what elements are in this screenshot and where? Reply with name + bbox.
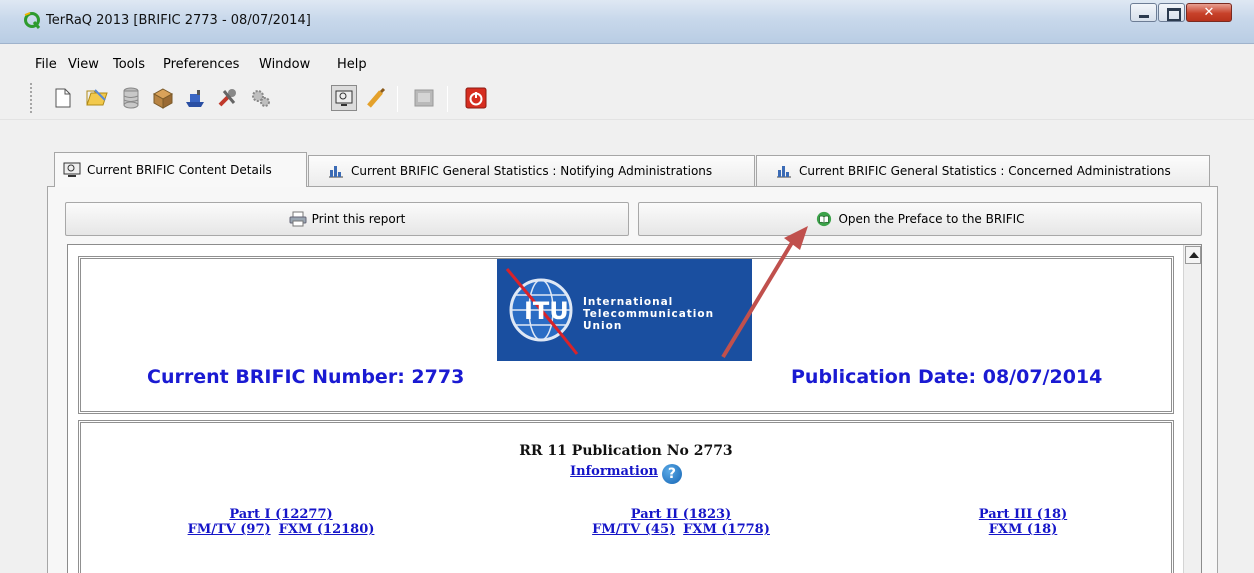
menu-bar: File View Tools Preferences Window Help [0, 44, 1254, 78]
tab-label: Current BRIFIC Content Details [87, 163, 272, 177]
part-1-fxm-link[interactable]: FXM (12180) [279, 522, 375, 537]
tools-icon[interactable] [215, 85, 241, 111]
tab-notifying-administrations[interactable]: Current BRIFIC General Statistics : Noti… [308, 155, 755, 186]
open-folder-icon[interactable] [84, 85, 110, 111]
maximize-button[interactable] [1158, 3, 1185, 22]
brific-header-box: ITU International Telecommunication Unio… [78, 256, 1174, 414]
brush-icon[interactable] [363, 85, 389, 111]
menu-help[interactable]: Help [337, 57, 367, 72]
image-icon[interactable] [411, 85, 437, 111]
toolbar [0, 78, 1254, 120]
toolbar-grip[interactable] [29, 82, 33, 114]
information-link[interactable]: Information [570, 464, 658, 479]
close-button[interactable]: ✕ [1186, 3, 1232, 22]
menu-preferences[interactable]: Preferences [163, 57, 239, 72]
menu-tools[interactable]: Tools [113, 57, 145, 72]
publication-box: RR 11 Publication No 2773 Information? P… [78, 420, 1174, 573]
monitor-icon[interactable] [331, 85, 357, 111]
part-3-column: Part III (18) FXM (18) [973, 507, 1073, 537]
help-icon[interactable]: ? [661, 464, 682, 484]
gears-icon[interactable] [248, 85, 274, 111]
toolbar-separator [397, 86, 398, 112]
publication-date: Publication Date: 08/07/2014 [791, 366, 1103, 388]
close-icon: ✕ [1203, 5, 1215, 20]
title-bar: TerRaQ 2013 [BRIFIC 2773 - 08/07/2014] ✕ [0, 0, 1254, 44]
part-1-column: Part I (12277) FM/TV (97) FXM (12180) [179, 507, 383, 537]
itu-logo-text: International Telecommunication Union [583, 296, 715, 332]
ship-icon[interactable] [182, 85, 208, 111]
database-icon[interactable] [118, 85, 144, 111]
open-preface-label: Open the Preface to the BRIFIC [838, 212, 1025, 226]
tab-concerned-administrations[interactable]: Current BRIFIC General Statistics : Conc… [756, 155, 1210, 186]
part-3-fxm-link[interactable]: FXM (18) [989, 522, 1058, 537]
tab-label: Current BRIFIC General Statistics : Noti… [351, 164, 713, 178]
part-2-link[interactable]: Part II (1823) [631, 507, 731, 522]
chart-icon [777, 166, 791, 178]
itu-logo: ITU International Telecommunication Unio… [497, 259, 752, 361]
scroll-up-arrow-icon[interactable] [1185, 246, 1201, 264]
vertical-scrollbar[interactable] [1183, 245, 1201, 573]
tab-content-details[interactable]: Current BRIFIC Content Details [54, 152, 307, 187]
svg-text:ITU: ITU [524, 297, 569, 325]
part-2-fmtv-link[interactable]: FM/TV (45) [592, 522, 675, 537]
open-preface-button[interactable]: Open the Preface to the BRIFIC [638, 202, 1202, 236]
printer-icon [289, 211, 307, 227]
print-report-label: Print this report [311, 212, 406, 226]
power-icon[interactable] [463, 85, 489, 111]
menu-view[interactable]: View [68, 57, 99, 72]
publication-title: RR 11 Publication No 2773 [519, 443, 733, 459]
new-file-icon[interactable] [50, 85, 76, 111]
part-2-column: Part II (1823) FM/TV (45) FXM (1778) [581, 507, 781, 537]
part-3-link[interactable]: Part III (18) [979, 507, 1067, 522]
brific-number: Current BRIFIC Number: 2773 [147, 366, 465, 388]
minimize-button[interactable] [1130, 3, 1157, 22]
window-title: TerRaQ 2013 [BRIFIC 2773 - 08/07/2014] [46, 13, 311, 28]
book-icon [817, 211, 832, 227]
tab-label: Current BRIFIC General Statistics : Conc… [799, 164, 1171, 178]
tab-panel: Print this report Open the Preface to th… [47, 186, 1218, 573]
menu-file[interactable]: File [35, 57, 57, 72]
part-1-link[interactable]: Part I (12277) [229, 507, 332, 522]
package-icon[interactable] [150, 85, 176, 111]
report-view[interactable]: ITU International Telecommunication Unio… [67, 244, 1202, 573]
part-1-fmtv-link[interactable]: FM/TV (97) [188, 522, 271, 537]
monitor-icon [63, 162, 81, 177]
part-2-fxm-link[interactable]: FXM (1778) [683, 522, 770, 537]
app-logo-icon [24, 12, 41, 29]
toolbar-separator [447, 86, 448, 112]
print-report-button[interactable]: Print this report [65, 202, 629, 236]
chart-icon [329, 166, 343, 178]
menu-window[interactable]: Window [259, 57, 310, 72]
